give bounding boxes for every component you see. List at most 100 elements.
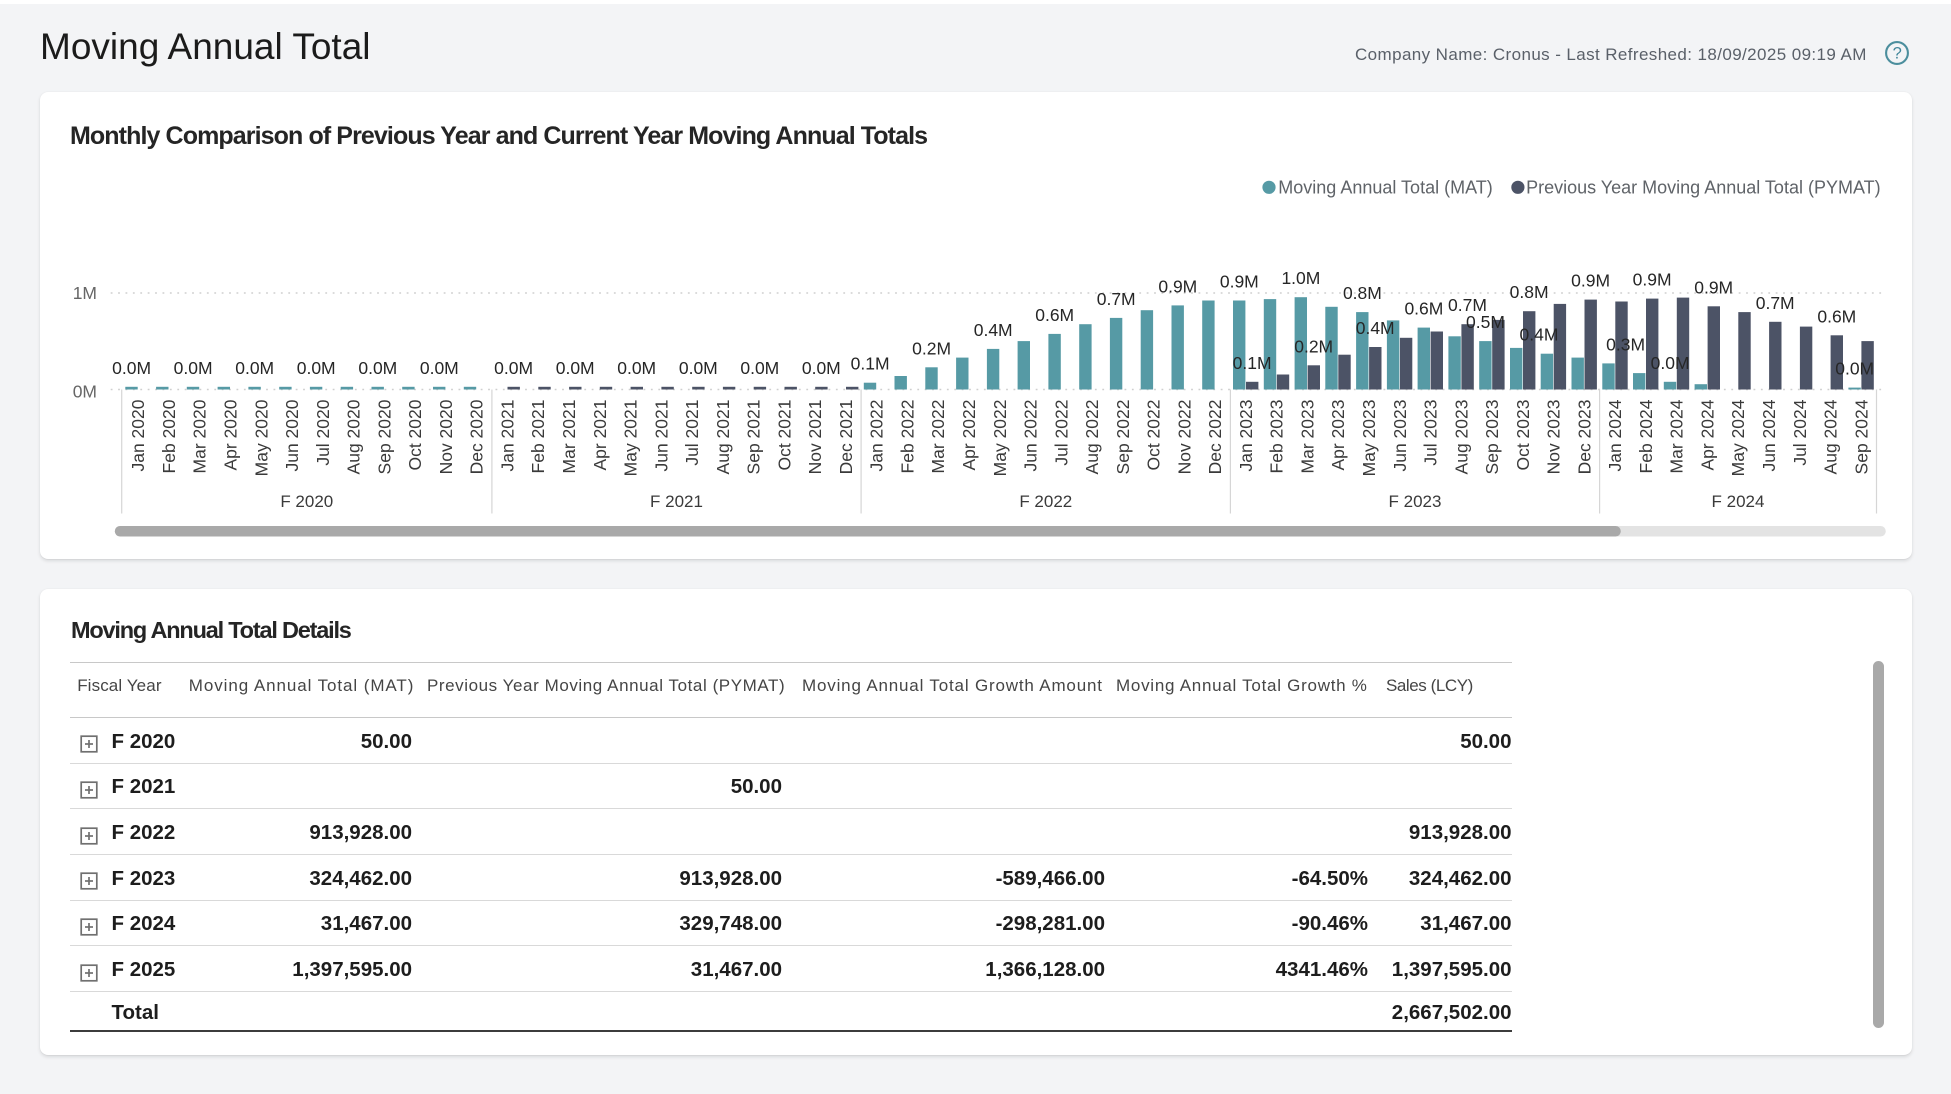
- svg-text:1.0M: 1.0M: [1281, 268, 1320, 288]
- svg-text:0.9M: 0.9M: [1571, 271, 1610, 291]
- svg-text:Jun 2022: Jun 2022: [1021, 400, 1041, 472]
- svg-text:Aug 2021: Aug 2021: [713, 400, 733, 475]
- svg-text:0.0M: 0.0M: [358, 358, 397, 378]
- svg-text:0.0M: 0.0M: [1651, 353, 1690, 373]
- svg-text:0.6M: 0.6M: [1817, 306, 1856, 326]
- svg-text:Nov 2020: Nov 2020: [436, 399, 456, 474]
- svg-text:Previous Year Moving Annual To: Previous Year Moving Annual Total (PYMAT…: [1526, 178, 1881, 198]
- svg-text:Dec 2022: Dec 2022: [1205, 400, 1225, 475]
- svg-text:Apr 2022: Apr 2022: [959, 400, 979, 471]
- svg-text:Jan 2023: Jan 2023: [1236, 400, 1256, 472]
- svg-text:0.0M: 0.0M: [297, 358, 336, 378]
- svg-text:0M: 0M: [73, 381, 97, 401]
- svg-text:Feb 2022: Feb 2022: [898, 400, 918, 474]
- svg-text:Sep 2022: Sep 2022: [1113, 400, 1133, 475]
- svg-text:0.6M: 0.6M: [1404, 299, 1443, 319]
- svg-text:0.1M: 0.1M: [851, 354, 890, 374]
- svg-text:May 2023: May 2023: [1359, 400, 1379, 477]
- svg-text:Jul 2021: Jul 2021: [682, 400, 702, 466]
- svg-text:F 2021: F 2021: [650, 492, 703, 511]
- svg-text:Mar 2022: Mar 2022: [928, 400, 948, 474]
- svg-text:0.8M: 0.8M: [1343, 283, 1382, 303]
- svg-text:May 2024: May 2024: [1728, 399, 1748, 476]
- svg-text:0.4M: 0.4M: [1356, 318, 1395, 338]
- svg-text:May 2020: May 2020: [251, 399, 271, 476]
- svg-text:Jun 2020: Jun 2020: [282, 399, 302, 471]
- svg-text:Aug 2020: Aug 2020: [344, 399, 364, 474]
- svg-text:Mar 2020: Mar 2020: [190, 399, 210, 473]
- svg-text:Sep 2023: Sep 2023: [1482, 400, 1502, 475]
- svg-text:Oct 2021: Oct 2021: [774, 400, 794, 471]
- svg-text:Apr 2024: Apr 2024: [1698, 399, 1718, 470]
- svg-text:0.0M: 0.0M: [235, 358, 274, 378]
- svg-text:Nov 2022: Nov 2022: [1174, 400, 1194, 475]
- svg-text:Nov 2023: Nov 2023: [1544, 400, 1564, 475]
- svg-text:Jul 2022: Jul 2022: [1051, 400, 1071, 466]
- svg-text:F 2022: F 2022: [1019, 492, 1072, 511]
- svg-text:Sep 2024: Sep 2024: [1851, 399, 1871, 474]
- svg-text:0.0M: 0.0M: [494, 358, 533, 378]
- svg-text:Oct 2023: Oct 2023: [1513, 400, 1533, 471]
- svg-text:Jan 2020: Jan 2020: [128, 399, 148, 471]
- svg-text:Jul 2024: Jul 2024: [1790, 399, 1810, 465]
- svg-text:Jul 2020: Jul 2020: [313, 399, 333, 465]
- svg-text:Sep 2021: Sep 2021: [744, 400, 764, 475]
- svg-text:Jan 2021: Jan 2021: [497, 400, 517, 472]
- svg-text:0.9M: 0.9M: [1220, 272, 1259, 292]
- svg-text:F 2020: F 2020: [280, 492, 333, 511]
- svg-text:Feb 2023: Feb 2023: [1267, 400, 1287, 474]
- svg-text:0.0M: 0.0M: [679, 358, 718, 378]
- svg-text:Mar 2023: Mar 2023: [1298, 400, 1318, 474]
- svg-text:Jan 2022: Jan 2022: [867, 400, 887, 472]
- svg-text:May 2022: May 2022: [990, 400, 1010, 477]
- svg-text:Jun 2023: Jun 2023: [1390, 400, 1410, 472]
- svg-text:0.0M: 0.0M: [556, 358, 595, 378]
- svg-text:Aug 2023: Aug 2023: [1451, 400, 1471, 475]
- svg-text:0.1M: 0.1M: [1233, 353, 1272, 373]
- svg-text:0.9M: 0.9M: [1158, 276, 1197, 296]
- svg-text:0.9M: 0.9M: [1633, 270, 1672, 290]
- svg-text:Feb 2020: Feb 2020: [159, 399, 179, 473]
- svg-text:0.7M: 0.7M: [1448, 295, 1487, 315]
- svg-text:0.4M: 0.4M: [1520, 325, 1559, 345]
- svg-text:0.4M: 0.4M: [974, 320, 1013, 340]
- svg-text:Dec 2020: Dec 2020: [467, 399, 487, 474]
- svg-text:0.0M: 0.0M: [802, 358, 841, 378]
- svg-text:0.0M: 0.0M: [174, 358, 213, 378]
- svg-text:Apr 2021: Apr 2021: [590, 400, 610, 471]
- svg-text:0.3M: 0.3M: [1606, 334, 1645, 354]
- svg-text:F 2023: F 2023: [1389, 492, 1442, 511]
- svg-text:Jun 2021: Jun 2021: [651, 400, 671, 472]
- svg-text:0.0M: 0.0M: [1835, 359, 1874, 379]
- svg-text:Jun 2024: Jun 2024: [1759, 399, 1779, 471]
- svg-text:Aug 2022: Aug 2022: [1082, 400, 1102, 475]
- svg-text:Dec 2023: Dec 2023: [1574, 400, 1594, 475]
- svg-text:Jul 2023: Jul 2023: [1421, 400, 1441, 466]
- svg-text:Apr 2020: Apr 2020: [221, 399, 241, 470]
- svg-text:0.7M: 0.7M: [1097, 289, 1136, 309]
- svg-text:0.7M: 0.7M: [1756, 293, 1795, 313]
- svg-text:Sep 2020: Sep 2020: [374, 399, 394, 474]
- svg-text:0.0M: 0.0M: [112, 358, 151, 378]
- svg-text:0.2M: 0.2M: [1294, 336, 1333, 356]
- svg-text:Aug 2024: Aug 2024: [1821, 399, 1841, 474]
- svg-text:Dec 2021: Dec 2021: [836, 400, 856, 475]
- svg-text:0.9M: 0.9M: [1694, 277, 1733, 297]
- svg-text:Nov 2021: Nov 2021: [805, 400, 825, 475]
- svg-text:Oct 2020: Oct 2020: [405, 399, 425, 470]
- svg-text:0.0M: 0.0M: [420, 358, 459, 378]
- svg-text:0.6M: 0.6M: [1035, 305, 1074, 325]
- svg-text:May 2021: May 2021: [621, 400, 641, 477]
- svg-text:0.0M: 0.0M: [740, 358, 779, 378]
- svg-text:0.8M: 0.8M: [1510, 282, 1549, 302]
- svg-text:Jan 2024: Jan 2024: [1605, 399, 1625, 471]
- svg-text:Feb 2021: Feb 2021: [528, 400, 548, 474]
- svg-text:Oct 2022: Oct 2022: [1144, 400, 1164, 471]
- svg-text:Mar 2024: Mar 2024: [1667, 399, 1687, 473]
- svg-text:F 2024: F 2024: [1712, 492, 1765, 511]
- svg-text:1M: 1M: [73, 283, 97, 303]
- svg-text:Apr 2023: Apr 2023: [1328, 400, 1348, 471]
- svg-text:Feb 2024: Feb 2024: [1636, 399, 1656, 473]
- svg-text:Moving Annual Total (MAT): Moving Annual Total (MAT): [1278, 178, 1492, 198]
- svg-text:Mar 2021: Mar 2021: [559, 400, 579, 474]
